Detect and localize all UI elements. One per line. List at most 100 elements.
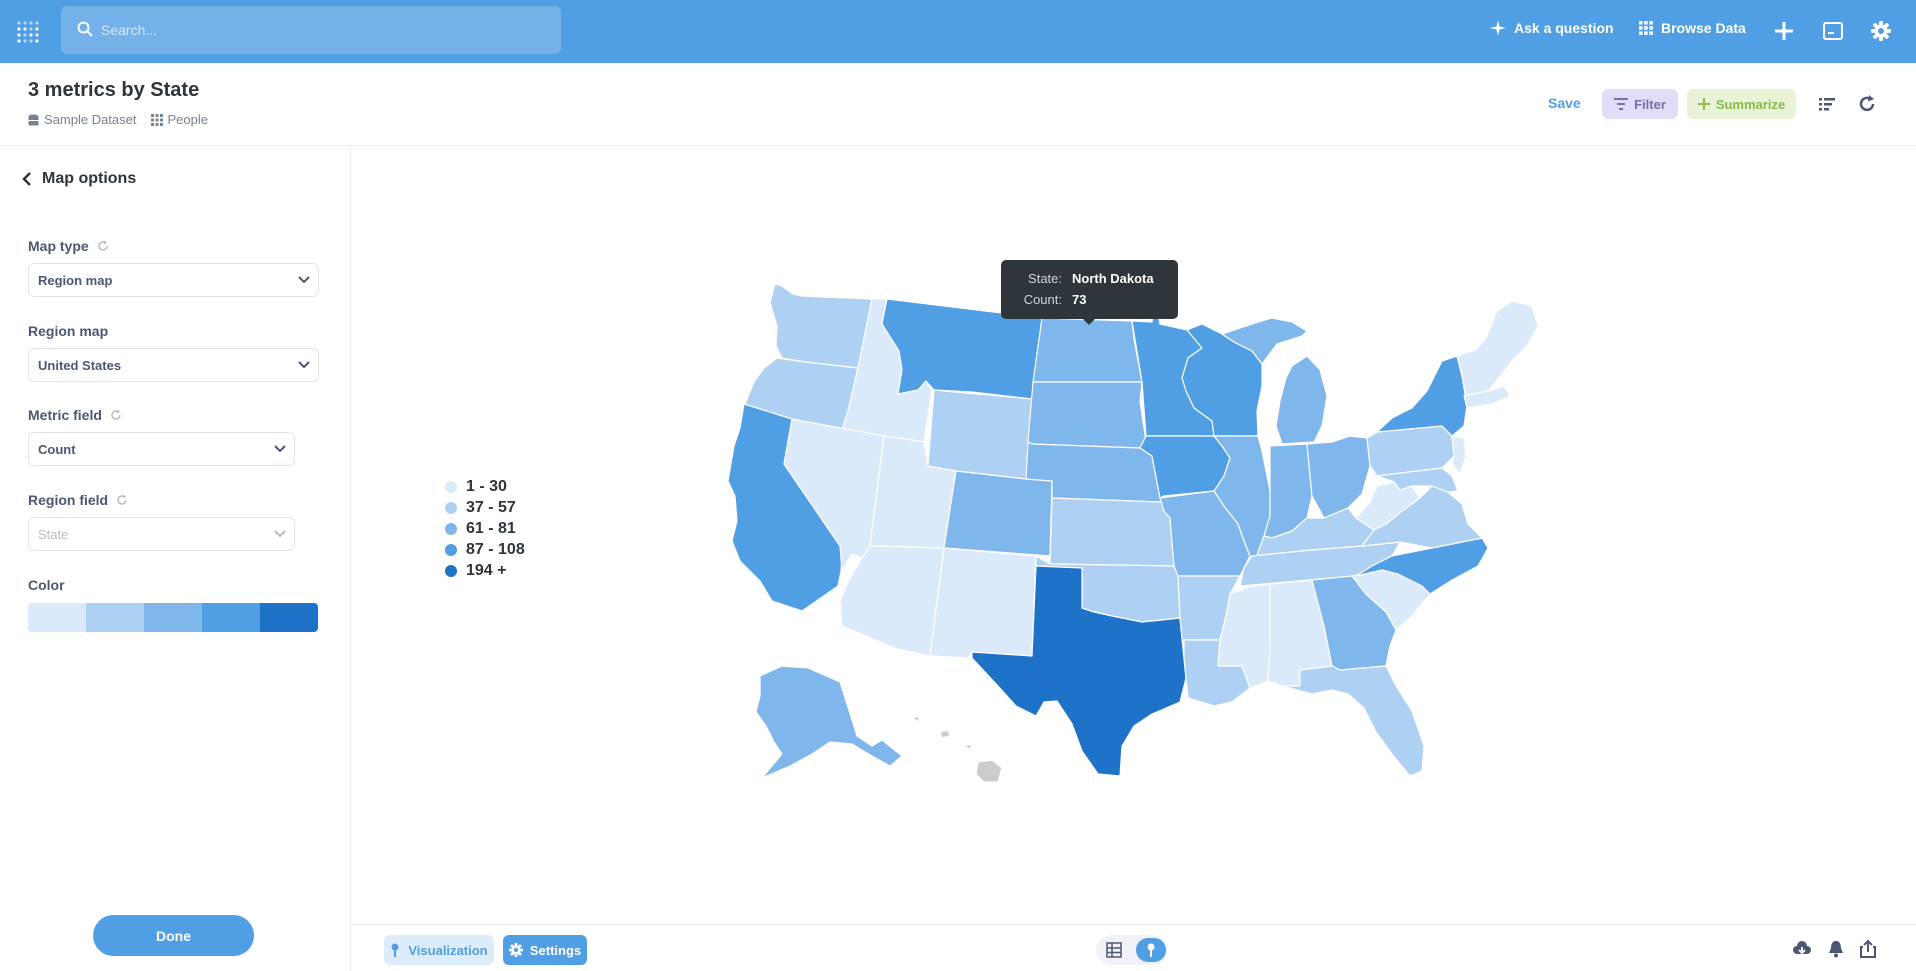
pin-map-icon bbox=[1147, 943, 1155, 957]
filter-icon bbox=[1614, 98, 1629, 110]
state-florida[interactable] bbox=[1281, 665, 1425, 777]
metric-field-select[interactable]: Count bbox=[28, 432, 295, 466]
new-plus-icon[interactable] bbox=[1771, 18, 1797, 44]
reset-icon[interactable] bbox=[110, 409, 122, 421]
search-icon bbox=[77, 21, 93, 37]
search-placeholder: Search... bbox=[101, 22, 158, 38]
search-input[interactable]: Search... bbox=[61, 6, 561, 54]
visualization-label: Visualization bbox=[408, 942, 488, 958]
state-north-dakota[interactable] bbox=[1032, 317, 1143, 383]
chevron-left-icon bbox=[22, 172, 31, 186]
state-kansas[interactable] bbox=[1049, 497, 1175, 567]
map-options-back-button[interactable]: Map options bbox=[22, 170, 136, 188]
filter-button[interactable]: Filter bbox=[1602, 89, 1678, 119]
state-ohio[interactable] bbox=[1306, 435, 1371, 519]
color-swatch bbox=[86, 603, 144, 632]
reset-icon[interactable] bbox=[97, 240, 109, 252]
visualization-button[interactable]: Visualization bbox=[384, 935, 494, 965]
state-new-york[interactable] bbox=[1376, 355, 1468, 437]
refresh-icon[interactable] bbox=[1856, 93, 1878, 115]
breadcrumb-database[interactable]: Sample Dataset bbox=[28, 112, 137, 127]
sql-editor-icon[interactable] bbox=[1820, 18, 1846, 44]
summarize-label: Summarize bbox=[1715, 96, 1786, 112]
save-button[interactable]: Save bbox=[1548, 95, 1581, 111]
map-type-label-text: Map type bbox=[28, 238, 89, 254]
map-options-label: Map options bbox=[42, 170, 137, 187]
tooltip-count-value: 73 bbox=[1072, 292, 1087, 307]
map-tooltip: State: North Dakota Count: 73 bbox=[1001, 260, 1178, 325]
state-colorado[interactable] bbox=[943, 470, 1053, 557]
state-arizona[interactable] bbox=[839, 545, 945, 657]
page-title: 3 metrics by State bbox=[28, 79, 200, 101]
settings-label: Settings bbox=[529, 942, 582, 958]
state-alaska[interactable] bbox=[755, 665, 903, 779]
region-field-select[interactable]: State bbox=[28, 517, 295, 551]
region-map-value: United States bbox=[38, 357, 122, 373]
settings-button[interactable]: Settings bbox=[503, 935, 587, 965]
ask-question-label: Ask a question bbox=[1514, 20, 1614, 36]
done-button[interactable]: Done bbox=[93, 915, 254, 956]
view-toggle[interactable] bbox=[1096, 935, 1168, 965]
download-icon[interactable] bbox=[1792, 939, 1812, 959]
grid-icon bbox=[1639, 21, 1653, 35]
view-footer: Visualization Settings bbox=[352, 924, 1916, 971]
breadcrumb: Sample Dataset People bbox=[28, 112, 208, 127]
state-washington[interactable] bbox=[769, 283, 873, 369]
settings-sidebar: Map options Map type Region map Region m… bbox=[0, 146, 351, 971]
map-type-value: Region map bbox=[38, 272, 113, 288]
question-header: 3 metrics by State Sample Dataset People… bbox=[0, 63, 1916, 146]
gear-icon[interactable] bbox=[1868, 18, 1894, 44]
tooltip-state-value: North Dakota bbox=[1072, 271, 1154, 286]
breadcrumb-database-label: Sample Dataset bbox=[44, 112, 137, 127]
breadcrumb-table[interactable]: People bbox=[150, 112, 208, 127]
color-ramp-picker[interactable] bbox=[28, 603, 318, 632]
state-new-jersey[interactable] bbox=[1451, 435, 1467, 475]
metabase-logo-icon[interactable] bbox=[16, 20, 42, 44]
state-wyoming[interactable] bbox=[927, 389, 1033, 480]
tooltip-count-key: Count: bbox=[1023, 292, 1062, 307]
reset-icon[interactable] bbox=[116, 494, 128, 506]
region-field-label-text: Region field bbox=[28, 492, 109, 508]
sparkle-icon bbox=[1490, 20, 1506, 36]
color-swatch bbox=[28, 603, 86, 632]
map-type-label: Map type bbox=[28, 238, 109, 254]
browse-data-label: Browse Data bbox=[1661, 20, 1746, 36]
table-grid-icon bbox=[150, 113, 163, 126]
chevron-down-icon bbox=[298, 361, 310, 369]
metric-field-value: Count bbox=[38, 441, 76, 457]
color-label-text: Color bbox=[28, 577, 65, 593]
filter-label: Filter bbox=[1634, 96, 1666, 112]
bell-icon[interactable] bbox=[1826, 939, 1846, 959]
color-swatch bbox=[260, 603, 318, 632]
metric-field-label-text: Metric field bbox=[28, 407, 102, 423]
chevron-down-icon bbox=[274, 445, 286, 453]
chevron-down-icon bbox=[298, 276, 310, 284]
database-icon bbox=[28, 114, 39, 125]
tooltip-state-key: State: bbox=[1028, 271, 1062, 286]
share-icon[interactable] bbox=[1858, 939, 1878, 959]
plus-icon bbox=[1697, 98, 1710, 110]
region-map-select[interactable]: United States bbox=[28, 348, 319, 382]
state-new-mexico[interactable] bbox=[929, 547, 1037, 659]
state-south-dakota[interactable] bbox=[1027, 381, 1147, 449]
browse-data-button[interactable]: Browse Data bbox=[1639, 20, 1746, 36]
region-field-value: State bbox=[38, 526, 69, 542]
chevron-down-icon bbox=[274, 530, 286, 538]
color-swatch bbox=[202, 603, 260, 632]
summarize-button[interactable]: Summarize bbox=[1687, 89, 1796, 119]
map-type-select[interactable]: Region map bbox=[28, 263, 319, 297]
metric-field-label: Metric field bbox=[28, 407, 122, 423]
visualization-area: 1 - 30 37 - 57 61 - 81 87 - 108 194 + St… bbox=[352, 146, 1916, 924]
ask-question-button[interactable]: Ask a question bbox=[1490, 20, 1614, 36]
color-label: Color bbox=[28, 577, 65, 593]
gear-icon bbox=[508, 943, 523, 957]
top-nav: Search... Ask a question Browse Data bbox=[0, 0, 1916, 63]
chart-view-button[interactable] bbox=[1136, 938, 1166, 962]
notebook-editor-icon[interactable] bbox=[1816, 93, 1838, 115]
pin-map-icon bbox=[391, 943, 399, 957]
table-view-icon[interactable] bbox=[1106, 942, 1122, 958]
state-hawaii[interactable] bbox=[911, 715, 1003, 783]
region-map-label-text: Region map bbox=[28, 323, 109, 339]
breadcrumb-table-label: People bbox=[167, 112, 208, 127]
region-field-label: Region field bbox=[28, 492, 128, 508]
